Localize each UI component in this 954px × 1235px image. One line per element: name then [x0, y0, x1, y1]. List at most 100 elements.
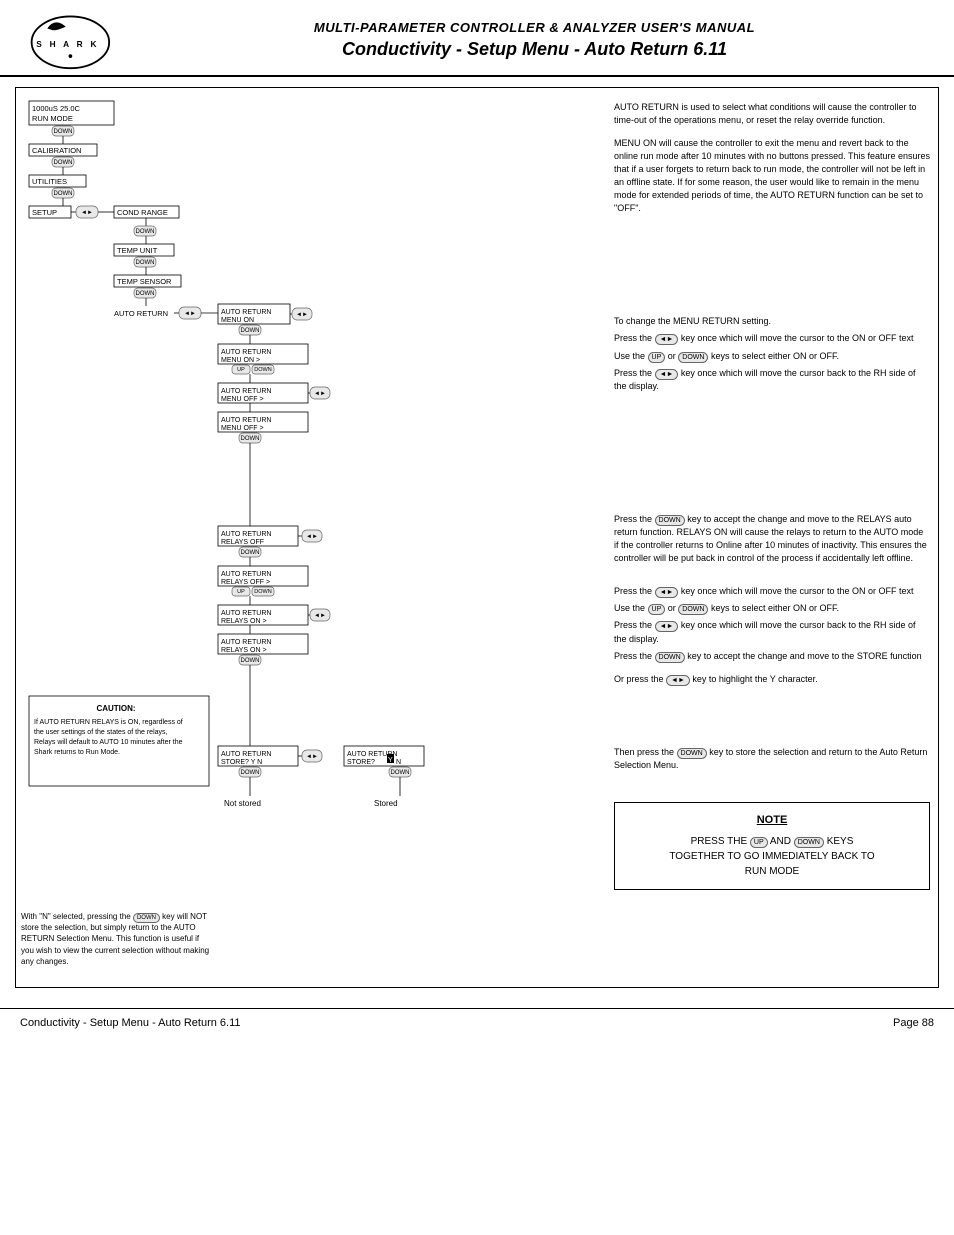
header-text-container: MULTI-PARAMETER CONTROLLER & ANALYZER US… — [135, 20, 934, 60]
svg-text:AUTO RETURN: AUTO RETURN — [221, 751, 271, 758]
svg-text:DOWN: DOWN — [54, 160, 73, 166]
svg-text:AUTO RETURN: AUTO RETURN — [221, 639, 271, 646]
up-button-icon2: UP — [648, 604, 666, 615]
svg-text:◄►: ◄► — [81, 210, 93, 216]
down-button-icon4: DOWN — [655, 652, 685, 663]
svg-text:AUTO RETURN: AUTO RETURN — [221, 349, 271, 356]
svg-text:◄►: ◄► — [306, 754, 318, 760]
svg-text:MENU ON >: MENU ON > — [221, 357, 260, 364]
svg-text:If AUTO RETURN RELAYS is ON, r: If AUTO RETURN RELAYS is ON, regardless … — [34, 719, 183, 726]
svg-text:DOWN: DOWN — [54, 129, 73, 135]
down-button-icon: DOWN — [678, 352, 708, 363]
svg-text:RUN MODE: RUN MODE — [32, 114, 73, 123]
descriptions-right: AUTO RETURN is used to select what condi… — [614, 96, 930, 979]
svg-text:CAUTION:: CAUTION: — [96, 704, 135, 713]
down-button-icon5: DOWN — [677, 748, 707, 759]
svg-text:AUTO RETURN: AUTO RETURN — [114, 309, 168, 318]
with-n-selected-note: With "N" selected, pressing the DOWN key… — [21, 911, 211, 967]
svg-text:AUTO RETURN: AUTO RETURN — [221, 531, 271, 538]
change-menu-instructions: To change the MENU RETURN setting. Press… — [614, 315, 930, 393]
svg-text:MENU OFF >: MENU OFF > — [221, 425, 264, 432]
svg-text:AUTO RETURN: AUTO RETURN — [221, 417, 271, 424]
svg-text:S H A R K: S H A R K — [36, 39, 99, 49]
up-key-note: UP — [750, 837, 768, 848]
svg-text:UP: UP — [237, 589, 245, 595]
svg-text:TEMP SENSOR: TEMP SENSOR — [117, 277, 172, 286]
svg-text:◄►: ◄► — [184, 311, 196, 317]
svg-text:AUTO RETURN: AUTO RETURN — [221, 571, 271, 578]
svg-text:DOWN: DOWN — [54, 191, 73, 197]
svg-text:DOWN: DOWN — [241, 436, 260, 442]
note-text: PRESS THE UP AND DOWN KEYS TOGETHER TO G… — [625, 834, 919, 879]
auto-return-intro: AUTO RETURN is used to select what condi… — [614, 101, 930, 127]
svg-text:RELAYS OFF: RELAYS OFF — [221, 539, 264, 546]
svg-text:DOWN: DOWN — [241, 328, 260, 334]
svg-text:Y: Y — [388, 757, 393, 764]
change-menu-return-label: To change the MENU RETURN setting. — [614, 315, 930, 328]
svg-text:DOWN: DOWN — [136, 291, 155, 297]
note-title: NOTE — [625, 813, 919, 829]
svg-text:CALIBRATION: CALIBRATION — [32, 146, 81, 155]
press-enter-instruction: Press the ◄► key once which will move th… — [614, 332, 930, 345]
svg-text:Relays will default to AUTO 10: Relays will default to AUTO 10 minutes a… — [34, 739, 183, 746]
menu-on-desc: MENU ON will cause the controller to exi… — [614, 137, 930, 215]
press-down-accept2-instruction: Press the DOWN key to accept the change … — [614, 650, 930, 663]
then-press-down-instruction: Then press the DOWN key to store the sel… — [614, 746, 930, 772]
press-down-accept-instruction: Press the DOWN key to accept the change … — [614, 513, 930, 565]
down-btn-n: DOWN — [133, 913, 160, 923]
svg-text:RELAYS ON >: RELAYS ON > — [221, 618, 267, 625]
svg-text:◄►: ◄► — [296, 312, 308, 318]
diagram-area: 1000uS 25.0C RUN MODE DOWN CALIBRATION — [15, 87, 939, 988]
logo: S H A R K — [15, 10, 135, 70]
svg-text:AUTO RETURN: AUTO RETURN — [221, 309, 271, 316]
svg-text:◄►: ◄► — [314, 391, 326, 397]
svg-text:SETUP: SETUP — [32, 208, 57, 217]
up-button-icon: UP — [648, 352, 666, 363]
svg-text:DOWN: DOWN — [241, 550, 260, 556]
enter-button-icon2: ◄► — [655, 369, 679, 380]
svg-text:AUTO RETURN: AUTO RETURN — [221, 388, 271, 395]
svg-text:Stored: Stored — [374, 799, 398, 808]
down-button-icon3: DOWN — [678, 604, 708, 615]
svg-text:the user settings of the state: the user settings of the states of the r… — [34, 729, 168, 736]
use-up-down2-instruction: Use the UP or DOWN keys to select either… — [614, 602, 930, 615]
main-content: 1000uS 25.0C RUN MODE DOWN CALIBRATION — [0, 77, 954, 1008]
svg-text:MENU ON: MENU ON — [221, 317, 254, 324]
footer-right: Page 88 — [893, 1017, 934, 1029]
enter-button-icon4: ◄► — [655, 621, 679, 632]
svg-text:STORE? Y N: STORE? Y N — [221, 759, 262, 766]
svg-text:DOWN: DOWN — [254, 367, 271, 373]
press-enter-rh-instruction: Press the ◄► key once which will move th… — [614, 367, 930, 393]
footer-left: Conductivity - Setup Menu - Auto Return … — [20, 1017, 241, 1029]
manual-title: MULTI-PARAMETER CONTROLLER & ANALYZER US… — [135, 20, 934, 35]
enter-button-icon: ◄► — [655, 334, 679, 345]
diagram-left: 1000uS 25.0C RUN MODE DOWN CALIBRATION — [24, 96, 604, 979]
svg-text:◄►: ◄► — [306, 534, 318, 540]
svg-text:DOWN: DOWN — [241, 770, 260, 776]
svg-text:DOWN: DOWN — [136, 229, 155, 235]
svg-text:TEMP UNIT: TEMP UNIT — [117, 246, 158, 255]
svg-text:RELAYS OFF >: RELAYS OFF > — [221, 579, 270, 586]
svg-text:N: N — [396, 759, 401, 766]
svg-text:AUTO RETURN: AUTO RETURN — [221, 610, 271, 617]
enter-button-icon5: ◄► — [666, 675, 690, 686]
enter-button-icon3: ◄► — [655, 587, 679, 598]
use-up-down-instruction: Use the UP or DOWN keys to select either… — [614, 350, 930, 363]
svg-text:COND RANGE: COND RANGE — [117, 208, 168, 217]
page: S H A R K MULTI-PARAMETER CONTROLLER & A… — [0, 0, 954, 1235]
svg-text:DOWN: DOWN — [254, 589, 271, 595]
page-header: S H A R K MULTI-PARAMETER CONTROLLER & A… — [0, 0, 954, 77]
svg-text:1000uS 25.0C: 1000uS 25.0C — [32, 104, 81, 113]
svg-text:STORE?: STORE? — [347, 759, 375, 766]
svg-text:◄►: ◄► — [314, 613, 326, 619]
relays-instructions: Press the DOWN key to accept the change … — [614, 513, 930, 565]
svg-text:DOWN: DOWN — [391, 770, 410, 776]
page-title-header: Conductivity - Setup Menu - Auto Return … — [135, 39, 934, 60]
svg-text:DOWN: DOWN — [136, 260, 155, 266]
svg-text:UTILITIES: UTILITIES — [32, 177, 67, 186]
press-enter-once2-instruction: Press the ◄► key once which will move th… — [614, 585, 930, 598]
svg-text:Not stored: Not stored — [224, 799, 261, 808]
down-key-note: DOWN — [794, 837, 824, 848]
svg-text:Shark returns to Run Mode.: Shark returns to Run Mode. — [34, 749, 120, 756]
svg-text:DOWN: DOWN — [241, 658, 260, 664]
